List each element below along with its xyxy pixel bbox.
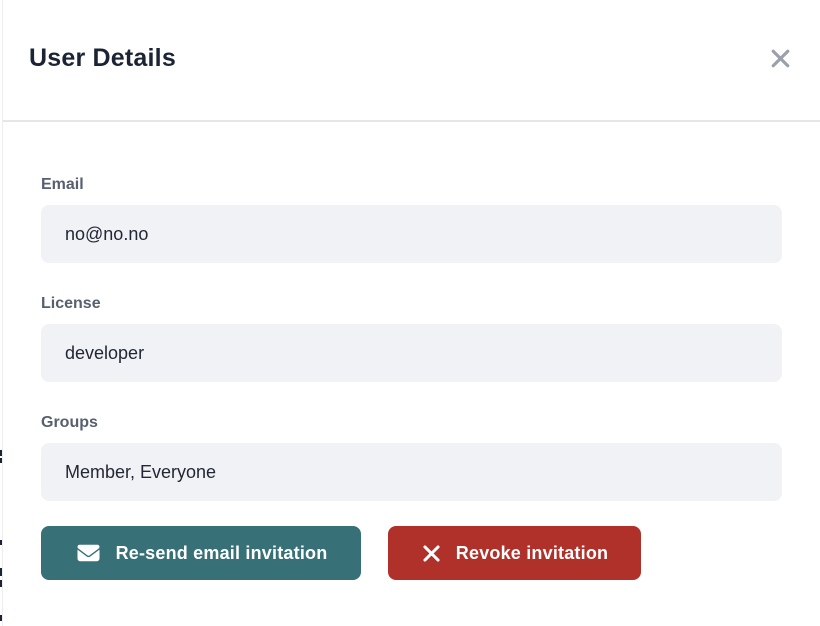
close-button[interactable] bbox=[764, 42, 796, 74]
field-group-groups: Groups bbox=[41, 414, 782, 501]
modal-title: User Details bbox=[29, 44, 176, 73]
email-label: Email bbox=[41, 176, 782, 194]
modal-body: Email License Groups Re-send email invit… bbox=[3, 176, 820, 580]
field-group-license: License bbox=[41, 295, 782, 382]
field-group-email: Email bbox=[41, 176, 782, 263]
resend-button-label: Re-send email invitation bbox=[116, 543, 328, 564]
revoke-invitation-button[interactable]: Revoke invitation bbox=[388, 526, 641, 580]
revoke-button-label: Revoke invitation bbox=[456, 543, 608, 564]
user-details-modal: User Details Email License Groups bbox=[2, 0, 820, 626]
x-icon bbox=[421, 543, 442, 564]
close-icon bbox=[768, 46, 793, 71]
resend-email-invitation-button[interactable]: Re-send email invitation bbox=[41, 526, 361, 580]
groups-field[interactable] bbox=[41, 443, 782, 501]
license-label: License bbox=[41, 295, 782, 313]
license-field[interactable] bbox=[41, 324, 782, 382]
groups-label: Groups bbox=[41, 414, 782, 432]
envelope-icon bbox=[75, 542, 102, 564]
modal-header: User Details bbox=[3, 0, 820, 122]
email-field[interactable] bbox=[41, 205, 782, 263]
action-button-row: Re-send email invitation Revoke invitati… bbox=[41, 526, 782, 580]
